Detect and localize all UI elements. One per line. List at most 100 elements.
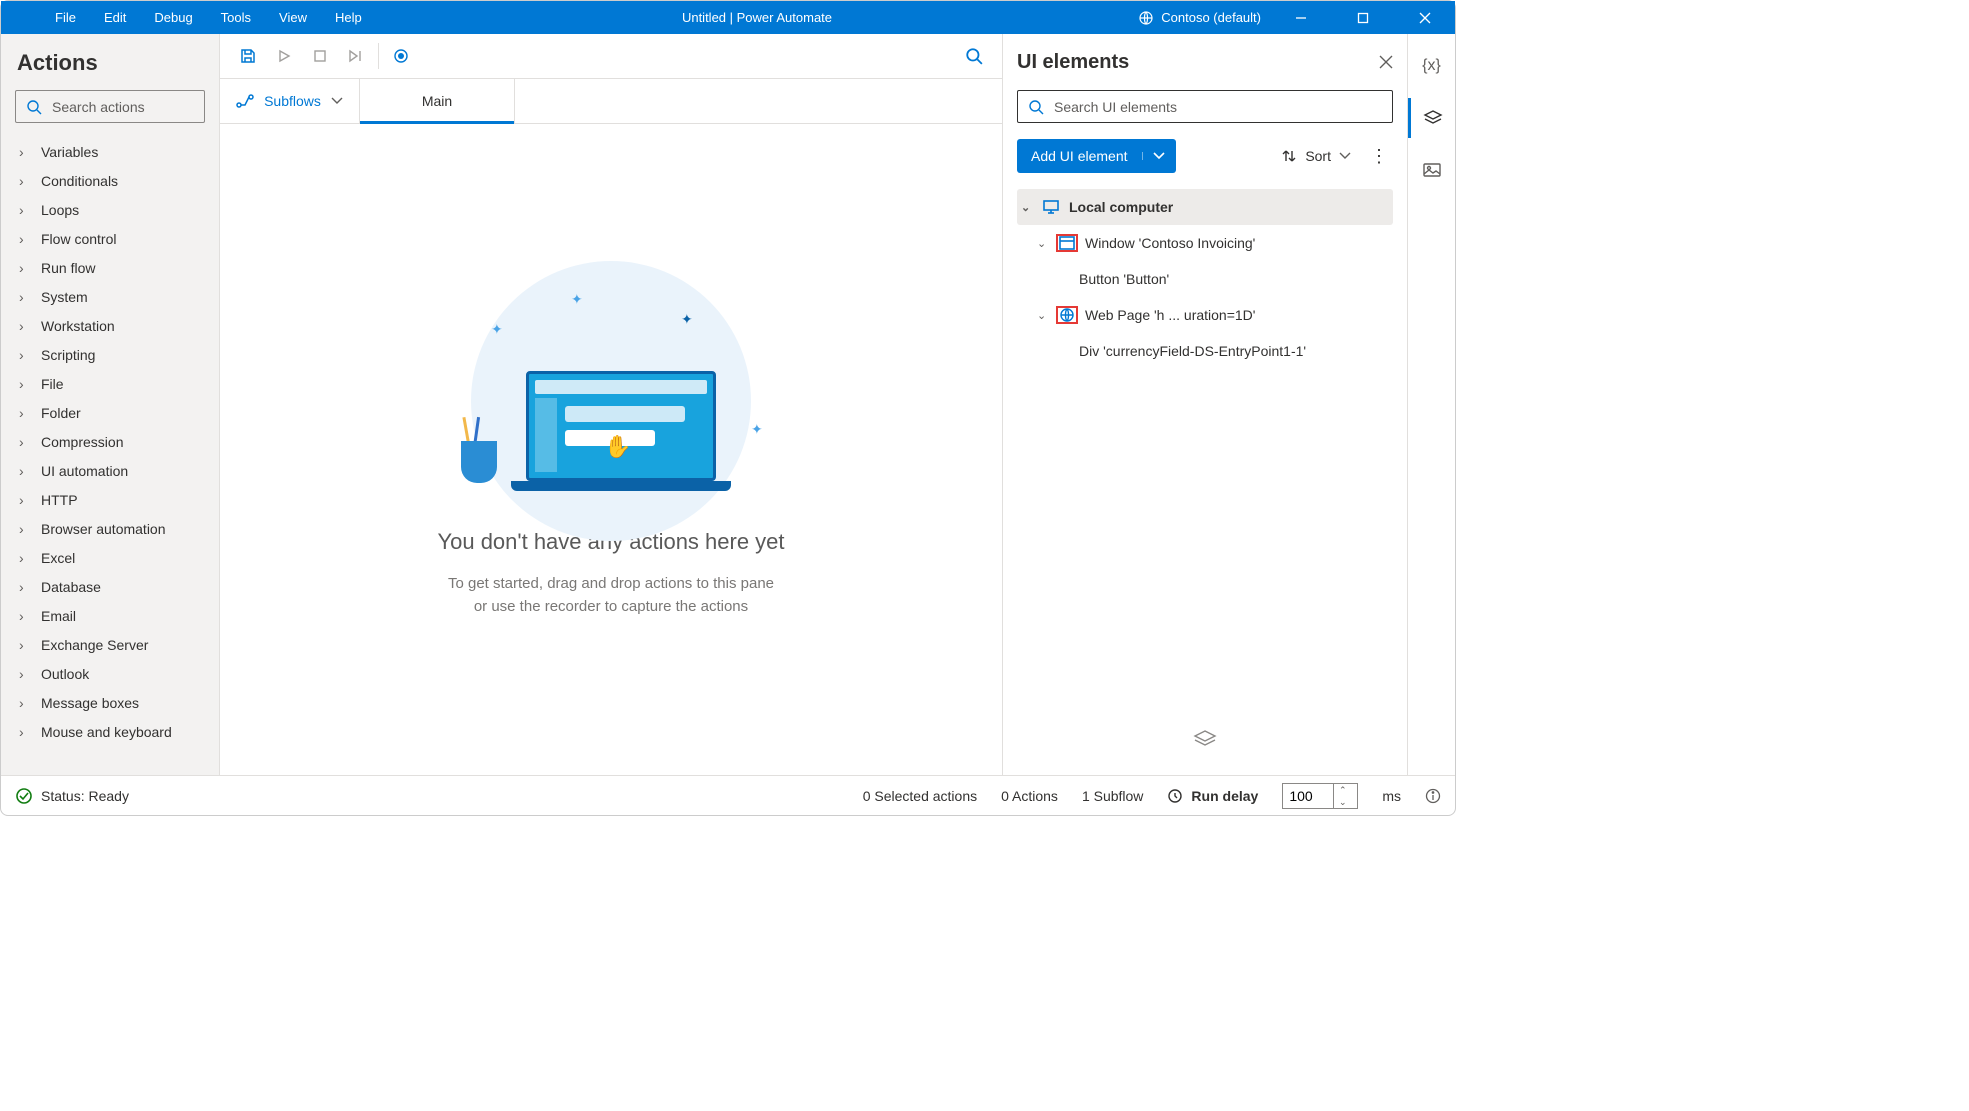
actions-category-database[interactable]: ›Database [15, 572, 205, 601]
add-ui-element-button[interactable]: Add UI element [1017, 139, 1176, 173]
actions-category-label: Mouse and keyboard [41, 724, 172, 740]
run-delay-value[interactable] [1283, 788, 1333, 804]
actions-category-mouse-and-keyboard[interactable]: ›Mouse and keyboard [15, 717, 205, 746]
subflows-count: 1 Subflow [1082, 788, 1143, 804]
step-button[interactable] [338, 34, 374, 79]
actions-category-label: Scripting [41, 347, 95, 363]
actions-category-label: Excel [41, 550, 75, 566]
tab-main[interactable]: Main [360, 79, 515, 123]
actions-category-list: ›Variables›Conditionals›Loops›Flow contr… [15, 137, 205, 746]
run-delay-spinner[interactable]: ⌃⌄ [1333, 784, 1351, 808]
selected-actions-count: 0 Selected actions [863, 788, 977, 804]
status-ok-icon [15, 787, 33, 805]
chevron-right-icon: › [19, 637, 31, 653]
tabs-row: Subflows Main [220, 79, 1002, 124]
rail-ui-elements-button[interactable] [1408, 98, 1456, 138]
menu-help[interactable]: Help [321, 1, 376, 34]
actions-category-variables[interactable]: ›Variables [15, 137, 205, 166]
actions-search-input[interactable]: Search actions [15, 90, 205, 123]
actions-category-run-flow[interactable]: ›Run flow [15, 253, 205, 282]
empty-state-illustration: ✦ ✦ ✦ ✦ ✦ ✋ [451, 281, 771, 511]
actions-panel-title: Actions [17, 50, 205, 76]
toolbar-separator [378, 43, 379, 69]
rail-images-button[interactable] [1408, 150, 1456, 190]
actions-category-system[interactable]: ›System [15, 282, 205, 311]
minimize-button[interactable] [1279, 1, 1323, 34]
actions-category-label: Exchange Server [41, 637, 148, 653]
sort-label: Sort [1305, 148, 1331, 164]
actions-category-email[interactable]: › Email [15, 601, 205, 630]
chevron-down-icon: ⌄ [1037, 309, 1049, 322]
actions-category-loops[interactable]: ›Loops [15, 195, 205, 224]
actions-category-label: Compression [41, 434, 123, 450]
menu-edit[interactable]: Edit [90, 1, 140, 34]
actions-category-folder[interactable]: ›Folder [15, 398, 205, 427]
status-text: Status: Ready [41, 788, 129, 804]
flow-canvas[interactable]: ✦ ✦ ✦ ✦ ✦ ✋ You don't [220, 124, 1002, 775]
actions-category-http[interactable]: ›HTTP [15, 485, 205, 514]
globe-icon [1057, 307, 1077, 323]
ui-elements-search-input[interactable]: Search UI elements [1017, 90, 1393, 123]
actions-category-workstation[interactable]: ›Workstation [15, 311, 205, 340]
actions-category-browser-automation[interactable]: ›Browser automation [15, 514, 205, 543]
actions-category-label: HTTP [41, 492, 78, 508]
menu-debug[interactable]: Debug [140, 1, 206, 34]
status-bar: Status: Ready 0 Selected actions 0 Actio… [1, 775, 1455, 815]
actions-category-label: Flow control [41, 231, 116, 247]
environment-name: Contoso (default) [1161, 10, 1261, 25]
add-ui-element-dropdown[interactable] [1142, 152, 1176, 160]
save-button[interactable] [230, 34, 266, 79]
info-icon[interactable] [1425, 788, 1441, 804]
run-delay-label: Run delay [1191, 788, 1258, 804]
tree-node-webpage[interactable]: ⌄ Web Page 'h ... uration=1D' [1017, 297, 1393, 333]
actions-category-outlook[interactable]: ›Outlook [15, 659, 205, 688]
actions-category-message-boxes[interactable]: ›Message boxes [15, 688, 205, 717]
chevron-right-icon: › [19, 550, 31, 566]
tree-root-local-computer[interactable]: ⌄ Local computer [1017, 189, 1393, 225]
ui-elements-tree: ⌄ Local computer ⌄ Window 'Contoso Invoi… [1017, 189, 1393, 369]
menu-file[interactable]: File [41, 1, 90, 34]
actions-category-flow-control[interactable]: ›Flow control [15, 224, 205, 253]
ui-elements-title: UI elements [1017, 51, 1129, 74]
chevron-right-icon: › [19, 434, 31, 450]
tree-node-button[interactable]: Button 'Button' [1017, 261, 1393, 297]
more-options-button[interactable]: ⋮ [1365, 146, 1393, 167]
close-button[interactable] [1403, 1, 1447, 34]
window-title: Untitled | Power Automate [376, 10, 1139, 25]
actions-category-label: Message boxes [41, 695, 139, 711]
tree-node-div[interactable]: Div 'currencyField-DS-EntryPoint1-1' [1017, 333, 1393, 369]
sort-icon [1281, 148, 1297, 164]
rail-variables-button[interactable]: {x} [1408, 46, 1456, 86]
globe-icon [1138, 10, 1154, 26]
actions-category-file[interactable]: ›File [15, 369, 205, 398]
actions-panel: Actions Search actions ›Variables›Condit… [1, 34, 219, 775]
menu-view[interactable]: View [265, 1, 321, 34]
chevron-right-icon: › [19, 144, 31, 160]
close-panel-button[interactable] [1379, 55, 1393, 69]
maximize-button[interactable] [1341, 1, 1385, 34]
recorder-button[interactable] [383, 34, 419, 79]
chevron-right-icon: › [19, 260, 31, 276]
ui-elements-search-placeholder: Search UI elements [1054, 99, 1177, 115]
actions-category-conditionals[interactable]: ›Conditionals [15, 166, 205, 195]
actions-category-label: Outlook [41, 666, 89, 682]
actions-category-exchange-server[interactable]: › Exchange Server [15, 630, 205, 659]
subflows-icon [236, 94, 254, 108]
chevron-right-icon: › [19, 376, 31, 392]
environment-picker[interactable]: Contoso (default) [1138, 10, 1261, 26]
stop-button[interactable] [302, 34, 338, 79]
run-button[interactable] [266, 34, 302, 79]
actions-category-excel[interactable]: › Excel [15, 543, 205, 572]
sort-button[interactable]: Sort [1281, 148, 1351, 164]
run-delay-input[interactable]: ⌃⌄ [1282, 783, 1358, 809]
search-flow-button[interactable] [956, 34, 992, 79]
chevron-right-icon: › [19, 608, 31, 624]
menu-tools[interactable]: Tools [207, 1, 265, 34]
actions-category-compression[interactable]: › Compression [15, 427, 205, 456]
tree-node-window[interactable]: ⌄ Window 'Contoso Invoicing' [1017, 225, 1393, 261]
subflows-dropdown[interactable]: Subflows [220, 79, 360, 123]
actions-category-scripting[interactable]: ›Scripting [15, 340, 205, 369]
actions-category-ui-automation[interactable]: ›UI automation [15, 456, 205, 485]
menu-bar: File Edit Debug Tools View Help [1, 1, 376, 34]
actions-category-label: Email [41, 608, 76, 624]
